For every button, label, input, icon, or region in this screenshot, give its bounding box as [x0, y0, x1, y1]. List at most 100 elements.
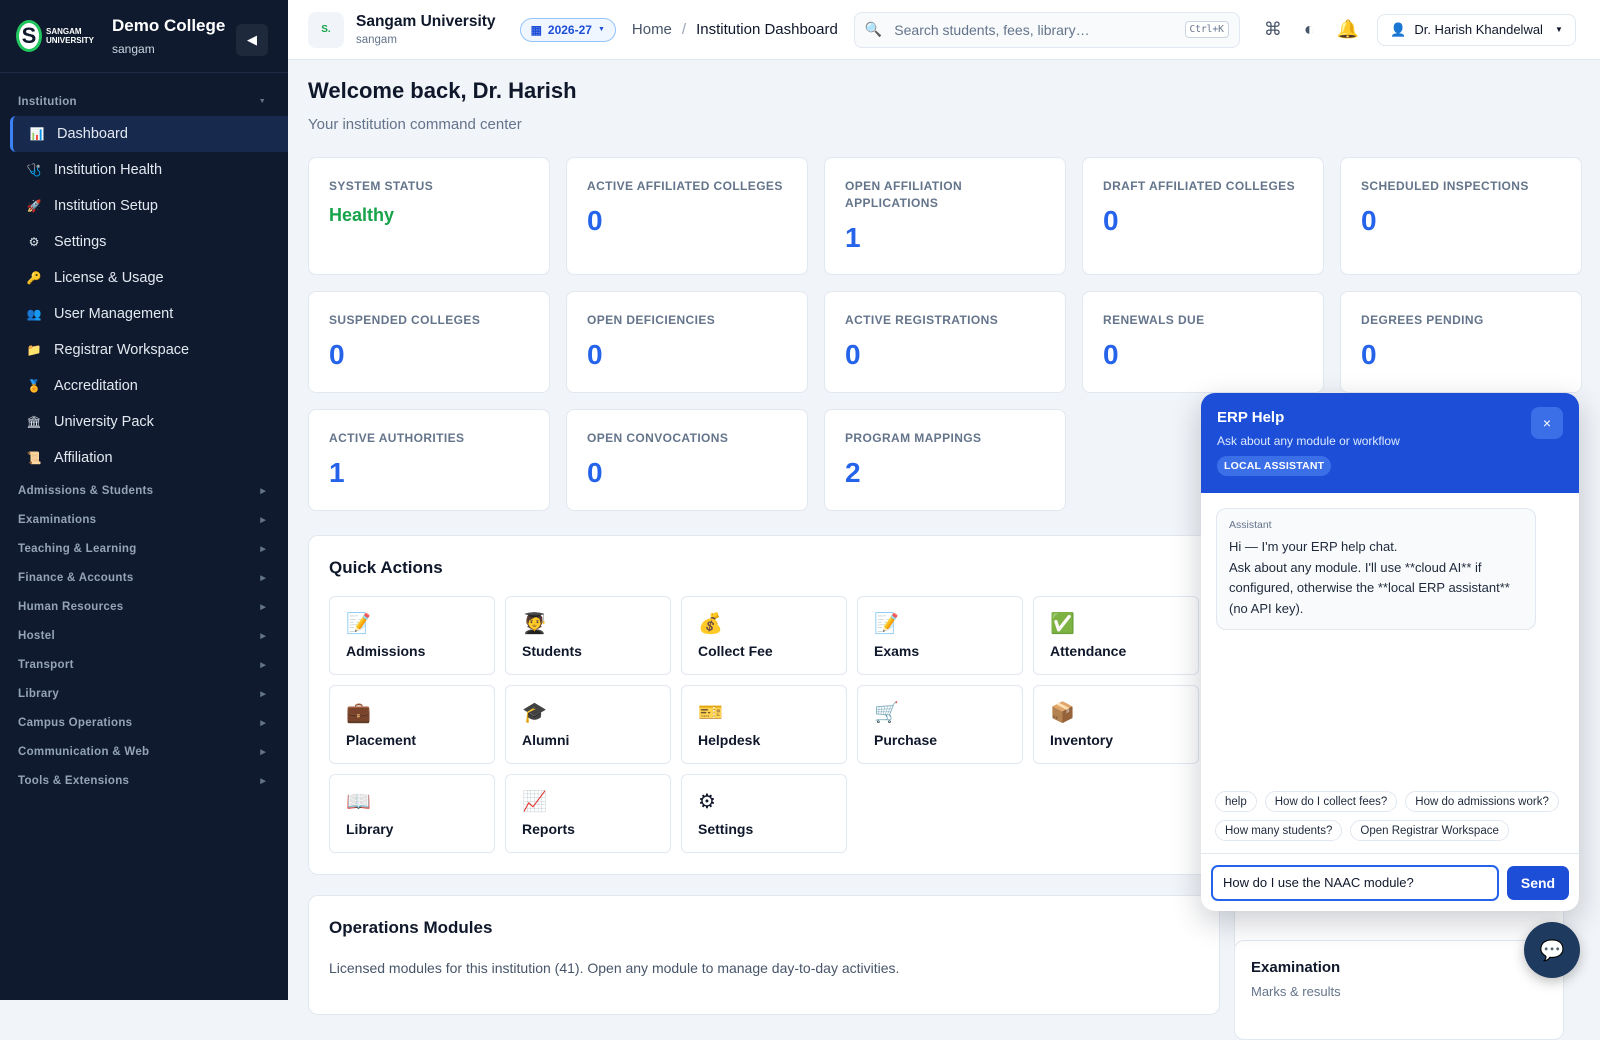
sidebar-item-university-pack[interactable]: 🏛 University Pack	[0, 404, 288, 440]
quick-action-exams[interactable]: 📝 Exams	[857, 596, 1023, 675]
stat-label: SYSTEM STATUS	[329, 179, 434, 193]
breadcrumb-home-link[interactable]: Home	[632, 21, 672, 38]
sidebar-sections: Admissions & Students ▶ Examinations ▶ Teach…	[0, 476, 288, 795]
stat-card[interactable]: SYSTEM STATUS Healthy	[308, 157, 550, 275]
chat-message-input[interactable]	[1211, 864, 1499, 901]
quick-action-placement[interactable]: 💼 Placement	[329, 685, 495, 764]
sidebar-section-hostel[interactable]: Hostel ▶	[0, 621, 288, 650]
user-menu[interactable]: 👤 Dr. Harish Khandelwal ▼	[1377, 13, 1576, 46]
triangle-left-icon: ◀	[247, 32, 257, 47]
send-button[interactable]: Send	[1507, 865, 1569, 900]
sidebar-section-finance-accounts[interactable]: Finance & Accounts ▶	[0, 563, 288, 592]
academic-year-selector[interactable]: ▦ 2026-27 ▼	[519, 17, 616, 42]
sidebar-item-user-management[interactable]: 👥 User Management	[0, 296, 288, 332]
suggestion-chip[interactable]: How do admissions work?	[1405, 791, 1559, 812]
sidebar-section-examinations[interactable]: Examinations ▶	[0, 505, 288, 534]
sidebar-section-teaching-learning[interactable]: Teaching & Learning ▶	[0, 534, 288, 563]
stat-card[interactable]: DEGREES PENDING 0	[1340, 291, 1582, 393]
theme-toggle-icon[interactable]: ◐	[1304, 19, 1315, 40]
quick-action-collect-fee[interactable]: 💰 Collect Fee	[681, 596, 847, 675]
sidebar-item-license-usage[interactable]: 🔑 License & Usage	[0, 260, 288, 296]
quick-action-helpdesk[interactable]: 🎫 Helpdesk	[681, 685, 847, 764]
sidebar-item-dashboard[interactable]: 📊 Dashboard	[10, 116, 288, 152]
sidebar-section-library[interactable]: Library ▶	[0, 679, 288, 708]
stat-card[interactable]: SCHEDULED INSPECTIONS 0	[1340, 157, 1582, 275]
gear-icon: ⚙	[28, 235, 40, 249]
sidebar-item-institution-health[interactable]: 🩺 Institution Health	[0, 152, 288, 188]
stat-card[interactable]: RENEWALS DUE 0	[1082, 291, 1324, 393]
quick-action-attendance[interactable]: ✅ Attendance	[1033, 596, 1199, 675]
stat-value: 1	[329, 457, 345, 488]
caret-right-icon: ▶	[260, 748, 266, 756]
sidebar-section-campus-operations[interactable]: Campus Operations ▶	[0, 708, 288, 737]
stat-card[interactable]: ACTIVE AFFILIATED COLLEGES 0	[566, 157, 808, 275]
global-search[interactable]: 🔍 Search students, fees, library… Ctrl+K	[853, 11, 1240, 48]
sidebar-section-institution[interactable]: Institution ▼	[0, 87, 288, 116]
sidebar-section-communication-web[interactable]: Communication & Web ▶	[0, 737, 288, 766]
memo-icon: 📝	[874, 613, 899, 635]
sidebar-item-institution-setup[interactable]: 🚀 Institution Setup	[0, 188, 288, 224]
quick-action-admissions[interactable]: 📝 Admissions	[329, 596, 495, 675]
check-icon: ✅	[1050, 613, 1075, 635]
college-code: sangam	[112, 42, 155, 56]
notifications-bell-icon[interactable]: 🔔	[1337, 19, 1359, 40]
chat-bubble-icon: 💬	[1539, 939, 1565, 962]
stat-card[interactable]: DRAFT AFFILIATED COLLEGES 0	[1082, 157, 1324, 275]
page-title: Welcome back, Dr. Harish	[308, 78, 577, 103]
sidebar-section-human-resources[interactable]: Human Resources ▶	[0, 592, 288, 621]
quick-action-alumni[interactable]: 🎓 Alumni	[505, 685, 671, 764]
quick-action-settings[interactable]: ⚙ Settings	[681, 774, 847, 853]
quick-action-purchase[interactable]: 🛒 Purchase	[857, 685, 1023, 764]
section-label: Examinations	[18, 513, 97, 526]
quick-action-inventory[interactable]: 📦 Inventory	[1033, 685, 1199, 764]
rocket-icon: 🚀	[26, 199, 42, 213]
quick-action-library[interactable]: 📖 Library	[329, 774, 495, 853]
sidebar-item-accreditation[interactable]: 🏅 Accreditation	[0, 368, 288, 404]
sidebar-section-tools-extensions[interactable]: Tools & Extensions ▶	[0, 766, 288, 795]
sidebar-item-label: Institution Health	[54, 162, 163, 178]
section-label: Campus Operations	[18, 716, 133, 729]
sidebar-item-label: Accreditation	[54, 378, 138, 394]
quick-action-students[interactable]: 🧑‍🎓 Students	[505, 596, 671, 675]
collapse-sidebar-button[interactable]: ◀	[236, 24, 268, 56]
stat-card[interactable]: OPEN AFFILIATION APPLICATIONS 1	[824, 157, 1066, 275]
search-placeholder: Search students, fees, library…	[894, 21, 1090, 38]
command-palette-icon[interactable]: ⌘	[1264, 19, 1282, 40]
quick-action-label: Collect Fee	[698, 643, 773, 659]
suggestion-chip[interactable]: How many students?	[1215, 820, 1343, 841]
sidebar-section-transport[interactable]: Transport ▶	[0, 650, 288, 679]
caret-right-icon: ▶	[260, 603, 266, 611]
memo-icon: 📝	[346, 613, 371, 635]
stat-card[interactable]: ACTIVE REGISTRATIONS 0	[824, 291, 1066, 393]
chat-toggle-button[interactable]: 💬	[1524, 922, 1580, 978]
operations-modules-title: Operations Modules	[329, 918, 493, 937]
sidebar-item-registrar-workspace[interactable]: 📁 Registrar Workspace	[0, 332, 288, 368]
quick-action-label: Reports	[522, 821, 575, 837]
suggestion-chip[interactable]: Open Registrar Workspace	[1350, 820, 1509, 841]
stat-card[interactable]: PROGRAM MAPPINGS 2	[824, 409, 1066, 511]
stat-card[interactable]: OPEN CONVOCATIONS 0	[566, 409, 808, 511]
quick-action-label: Settings	[698, 821, 754, 837]
suggestion-chip[interactable]: How do I collect fees?	[1264, 791, 1398, 812]
gear-icon: ⚙	[698, 791, 716, 813]
breadcrumb-separator: /	[681, 21, 687, 38]
quick-action-reports[interactable]: 📈 Reports	[505, 774, 671, 853]
stat-card[interactable]: ACTIVE AUTHORITIES 1	[308, 409, 550, 511]
sidebar-item-settings[interactable]: ⚙ Settings	[0, 224, 288, 260]
stat-card[interactable]: OPEN DEFICIENCIES 0	[566, 291, 808, 393]
quick-action-label: Purchase	[874, 732, 938, 748]
quick-actions-grid: 📝 Admissions 🧑‍🎓 Students 💰 Collect Fee 📝 Exams…	[329, 596, 1199, 853]
stat-card[interactable]: SUSPENDED COLLEGES 0	[308, 291, 550, 393]
caret-down-icon: ▼	[258, 98, 266, 105]
module-card-examination[interactable]: Examination Marks & results	[1234, 940, 1564, 1040]
search-icon: 🔍	[864, 21, 883, 37]
suggestion-chip[interactable]: help	[1215, 791, 1257, 812]
close-chat-button[interactable]: ×	[1531, 407, 1563, 439]
sidebar-item-affiliation[interactable]: 📜 Affiliation	[0, 440, 288, 476]
sidebar: S SANGAM UNIVERSITY Demo College sangam …	[0, 0, 288, 1000]
section-label: Communication & Web	[18, 745, 150, 758]
book-icon: 📖	[346, 791, 371, 813]
stat-value: 0	[845, 339, 861, 370]
stat-value: Healthy	[329, 205, 395, 225]
sidebar-section-admissions-students[interactable]: Admissions & Students ▶	[0, 476, 288, 505]
